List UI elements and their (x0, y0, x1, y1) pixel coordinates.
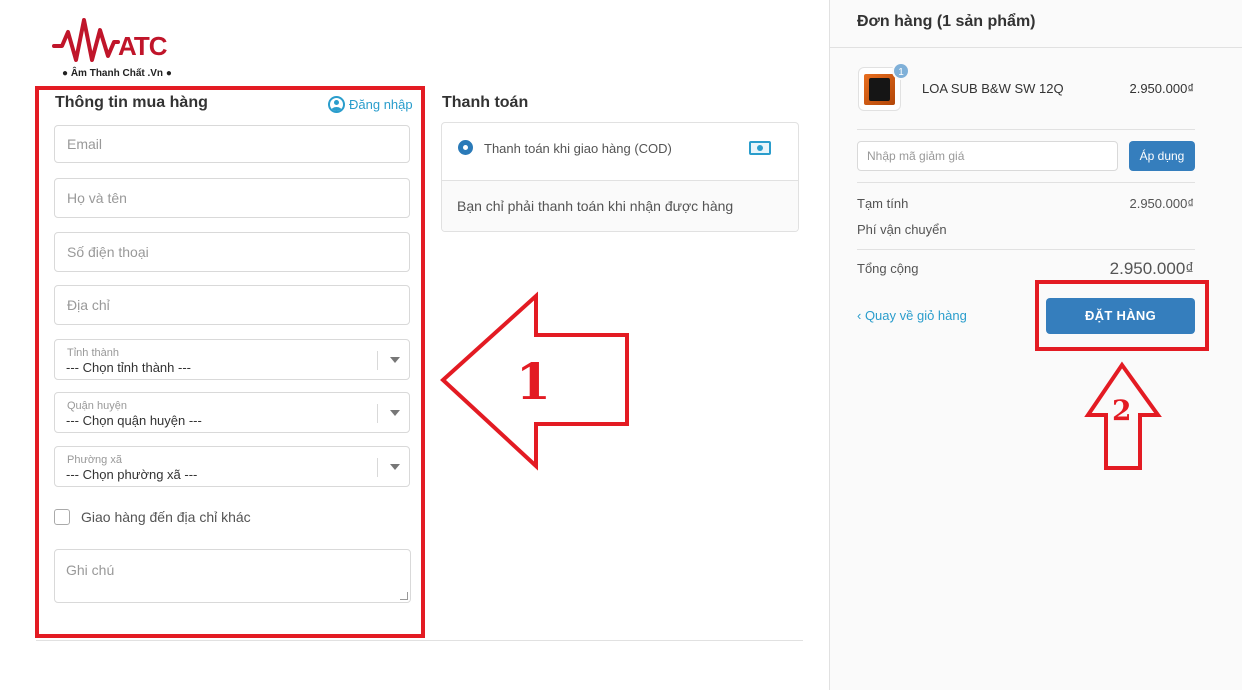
ward-value: --- Chọn phường xã --- (66, 467, 198, 482)
annotation-step-2: 2 (1112, 394, 1132, 427)
quantity-badge: 1 (892, 62, 910, 80)
shipping-label: Phí vận chuyển (857, 222, 947, 237)
logo-tagline: ● Âm Thanh Chất .Vn ● (62, 68, 172, 79)
note-textarea[interactable] (55, 550, 410, 602)
coupon-field[interactable] (857, 141, 1118, 171)
total-label: Tổng cộng (857, 261, 919, 276)
select-divider (377, 404, 378, 423)
order-summary-sidebar: Đơn hàng (1 sản phẩm) 1 LOA SUB B&W SW 1… (829, 0, 1242, 690)
order-title: Đơn hàng (1 sản phẩm) (857, 13, 1036, 30)
email-input[interactable] (55, 126, 409, 162)
select-divider (377, 458, 378, 477)
user-icon (328, 96, 345, 113)
chevron-down-icon[interactable] (390, 464, 400, 470)
address-field[interactable] (54, 285, 410, 325)
customer-info-title: Thông tin mua hàng (55, 94, 208, 111)
district-value: --- Chọn quận huyện --- (66, 413, 202, 428)
ward-label: Phường xã (67, 454, 122, 466)
product-price: 2.950.000₫ (1129, 81, 1194, 96)
chevron-down-icon[interactable] (390, 410, 400, 416)
payment-title: Thanh toán (442, 94, 529, 111)
payment-radio[interactable] (458, 140, 473, 155)
province-select[interactable]: Tỉnh thành --- Chọn tỉnh thành --- (54, 339, 410, 380)
annotation-step-1: 1 (516, 352, 551, 411)
total-value: 2.950.000₫ (1109, 259, 1194, 278)
payment-option-label: Thanh toán khi giao hàng (COD) (484, 141, 672, 156)
ward-select[interactable]: Phường xã --- Chọn phường xã --- (54, 446, 410, 487)
logo-brand: ATC (118, 31, 168, 61)
province-label: Tỉnh thành (67, 347, 119, 359)
cash-icon (749, 141, 771, 155)
ship-other-address-option[interactable]: Giao hàng đến địa chỉ khác (54, 509, 251, 525)
login-label: Đăng nhập (349, 97, 413, 112)
select-divider (377, 351, 378, 370)
site-logo[interactable]: ATC ● Âm Thanh Chất .Vn ● (52, 12, 192, 82)
phone-field[interactable] (54, 232, 410, 272)
place-order-button[interactable]: ĐẶT HÀNG (1046, 298, 1195, 334)
divider (857, 182, 1195, 183)
coupon-input[interactable] (858, 142, 1117, 170)
address-input[interactable] (55, 286, 409, 324)
district-select[interactable]: Quận huyện --- Chọn quận huyện --- (54, 392, 410, 433)
district-label: Quận huyện (67, 400, 127, 412)
payment-description-text: Bạn chỉ phải thanh toán khi nhận được hà… (457, 198, 734, 214)
subtotal-value: 2.950.000₫ (1129, 196, 1194, 211)
divider (857, 249, 1195, 250)
resize-handle[interactable] (400, 592, 408, 600)
ship-other-checkbox[interactable] (54, 509, 70, 525)
phone-input[interactable] (55, 233, 409, 271)
subtotal-label: Tạm tính (857, 196, 909, 211)
name-field[interactable] (54, 178, 410, 218)
apply-coupon-button[interactable]: Áp dụng (1129, 141, 1195, 171)
chevron-down-icon[interactable] (390, 357, 400, 363)
back-to-cart-link[interactable]: ‹ Quay về giỏ hàng (857, 308, 967, 323)
payment-methods: Thanh toán khi giao hàng (COD) Bạn chỉ p… (441, 122, 799, 232)
divider (857, 129, 1195, 130)
payment-description: Bạn chỉ phải thanh toán khi nhận được hà… (442, 181, 798, 231)
login-link[interactable]: Đăng nhập (328, 96, 413, 113)
divider (36, 640, 803, 641)
province-value: --- Chọn tỉnh thành --- (66, 360, 191, 375)
product-name: LOA SUB B&W SW 12Q (922, 81, 1064, 96)
email-field[interactable] (54, 125, 410, 163)
order-header: Đơn hàng (1 sản phẩm) (830, 0, 1242, 48)
ship-other-label: Giao hàng đến địa chỉ khác (81, 509, 251, 525)
speaker-image (864, 74, 895, 105)
name-input[interactable] (55, 179, 409, 217)
payment-option-cod[interactable]: Thanh toán khi giao hàng (COD) (442, 123, 798, 181)
note-field[interactable] (54, 549, 411, 603)
